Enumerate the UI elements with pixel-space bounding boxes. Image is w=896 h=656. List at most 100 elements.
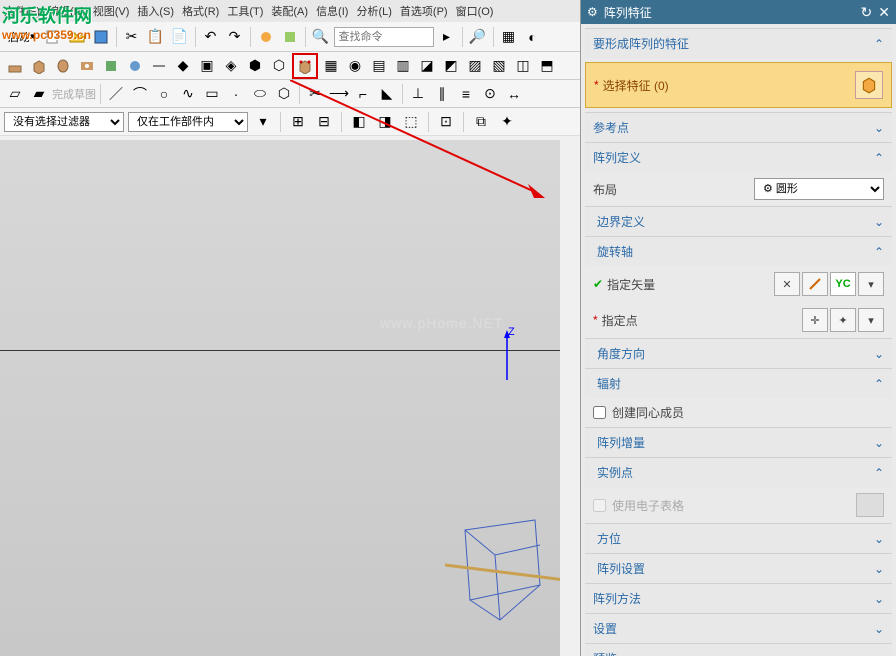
menu-assembly[interactable]: 装配(A): [271, 3, 308, 19]
point-icon[interactable]: ·: [225, 83, 247, 105]
chamfer-icon[interactable]: ◣: [376, 83, 398, 105]
copy-icon[interactable]: 📋: [145, 26, 167, 48]
redo-icon[interactable]: ↷: [224, 26, 246, 48]
vector-inferred-icon[interactable]: [802, 272, 828, 296]
circle-icon[interactable]: ○: [153, 83, 175, 105]
panel-reset-icon[interactable]: ↻: [861, 4, 873, 21]
section-pattern-method[interactable]: 阵列方法⌄: [585, 583, 892, 613]
section-pattern-definition[interactable]: 阵列定义⌃: [585, 142, 892, 172]
feature23-icon[interactable]: ⬒: [536, 55, 558, 77]
render-icon[interactable]: ◐: [522, 26, 544, 48]
graphics-viewport[interactable]: www.pHome.NET Z: [0, 140, 560, 656]
section-pattern-increment[interactable]: 阵列增量⌄: [585, 427, 892, 457]
search-go-icon[interactable]: ▸: [436, 26, 458, 48]
constraint4-icon[interactable]: ⊙: [479, 83, 501, 105]
section-boundary-def[interactable]: 边界定义⌄: [585, 206, 892, 236]
section-angular-direction[interactable]: 角度方向⌄: [585, 338, 892, 368]
section-orientation[interactable]: 方位⌄: [585, 523, 892, 553]
select-feature-row[interactable]: * 选择特征 (0): [585, 62, 892, 108]
sel5-icon[interactable]: ⬚: [400, 111, 422, 133]
vector-dropdown-icon[interactable]: ▾: [858, 272, 884, 296]
paste-icon[interactable]: 📄: [169, 26, 191, 48]
section-instance-points[interactable]: 实例点⌃: [585, 457, 892, 487]
ellipse-icon[interactable]: ⬭: [249, 83, 271, 105]
section-radiation[interactable]: 辐射⌃: [585, 368, 892, 398]
selection-filter-dropdown[interactable]: 没有选择过滤器: [4, 112, 124, 132]
vector-dialog-icon[interactable]: ✕: [774, 272, 800, 296]
curve2-icon[interactable]: ∿: [177, 83, 199, 105]
menu-format[interactable]: 格式(R): [182, 3, 219, 19]
section-rotation-axis[interactable]: 旋转轴⌃: [585, 236, 892, 266]
line-icon[interactable]: ／: [105, 83, 127, 105]
trim-icon[interactable]: ✂: [304, 83, 326, 105]
constraint2-icon[interactable]: ∥: [431, 83, 453, 105]
tool2-icon[interactable]: [279, 26, 301, 48]
sel1-icon[interactable]: ⊞: [287, 111, 309, 133]
feature22-icon[interactable]: ◫: [512, 55, 534, 77]
rectangle-icon[interactable]: ▭: [201, 83, 223, 105]
section-features-to-pattern[interactable]: 要形成阵列的特征⌃: [585, 28, 892, 58]
feature5-icon[interactable]: [100, 55, 122, 77]
sel8-icon[interactable]: ✦: [496, 111, 518, 133]
search-input[interactable]: [334, 27, 434, 47]
point-inferred-icon[interactable]: ✦: [830, 308, 856, 332]
command-finder-icon[interactable]: 🔍: [310, 26, 332, 48]
select-feature-cube-icon[interactable]: [855, 71, 883, 99]
feature16-icon[interactable]: ▤: [368, 55, 390, 77]
sel2-icon[interactable]: ⊟: [313, 111, 335, 133]
sel3-icon[interactable]: ◧: [348, 111, 370, 133]
feature6-icon[interactable]: [124, 55, 146, 77]
section-settings[interactable]: 设置⌄: [585, 613, 892, 643]
feature8-icon[interactable]: ◆: [172, 55, 194, 77]
sketch-plane-icon[interactable]: ▱: [4, 83, 26, 105]
pattern-feature-icon[interactable]: [292, 53, 318, 79]
sketch-on-path-icon[interactable]: ▰: [28, 83, 50, 105]
zoom-icon[interactable]: 🔎: [467, 26, 489, 48]
sel4-icon[interactable]: ◨: [374, 111, 396, 133]
constraint1-icon[interactable]: ⊥: [407, 83, 429, 105]
cut-icon[interactable]: ✂: [121, 26, 143, 48]
section-pattern-settings[interactable]: 阵列设置⌄: [585, 553, 892, 583]
extend-icon[interactable]: ⟶: [328, 83, 350, 105]
layout-dropdown[interactable]: ⚙ 圆形: [754, 178, 884, 200]
menu-window[interactable]: 窗口(O): [456, 3, 494, 19]
menu-view[interactable]: 视图(V): [93, 3, 130, 19]
fillet-icon[interactable]: ⌐: [352, 83, 374, 105]
panel-close-icon[interactable]: ✕: [878, 4, 890, 21]
feature20-icon[interactable]: ▨: [464, 55, 486, 77]
arc-icon[interactable]: ⌒: [129, 83, 151, 105]
save-icon[interactable]: [90, 26, 112, 48]
create-concentric-checkbox[interactable]: [593, 406, 606, 419]
sketch-icon[interactable]: [4, 55, 26, 77]
feature9-icon[interactable]: ▣: [196, 55, 218, 77]
menu-preferences[interactable]: 首选项(P): [400, 3, 448, 19]
feature7-icon[interactable]: [148, 55, 170, 77]
section-reference-point[interactable]: 参考点⌄: [585, 112, 892, 142]
undo-icon[interactable]: ↶: [200, 26, 222, 48]
finish-sketch-button[interactable]: 完成草图: [52, 83, 96, 105]
grid-icon[interactable]: ▦: [498, 26, 520, 48]
feature11-icon[interactable]: ⬢: [244, 55, 266, 77]
vector-yc-button[interactable]: YC: [830, 272, 856, 296]
tool-icon[interactable]: [255, 26, 277, 48]
gear-icon[interactable]: ⚙: [587, 5, 598, 19]
feature21-icon[interactable]: ▧: [488, 55, 510, 77]
point-dropdown-icon[interactable]: ▾: [858, 308, 884, 332]
filter-icon[interactable]: ▾: [252, 111, 274, 133]
feature19-icon[interactable]: ◩: [440, 55, 462, 77]
feature15-icon[interactable]: ◉: [344, 55, 366, 77]
feature17-icon[interactable]: ▥: [392, 55, 414, 77]
sel6-icon[interactable]: ⊡: [435, 111, 457, 133]
scope-filter-dropdown[interactable]: 仅在工作部件内: [128, 112, 248, 132]
feature14-icon[interactable]: ▦: [320, 55, 342, 77]
hole-icon[interactable]: [76, 55, 98, 77]
sel7-icon[interactable]: ⧉: [470, 111, 492, 133]
menu-info[interactable]: 信息(I): [316, 3, 348, 19]
point-dialog-icon[interactable]: ✛: [802, 308, 828, 332]
polygon-icon[interactable]: ⬡: [273, 83, 295, 105]
menu-insert[interactable]: 插入(S): [137, 3, 174, 19]
extrude-icon[interactable]: [28, 55, 50, 77]
feature10-icon[interactable]: ◈: [220, 55, 242, 77]
revolve-icon[interactable]: [52, 55, 74, 77]
menu-tools[interactable]: 工具(T): [227, 3, 263, 19]
